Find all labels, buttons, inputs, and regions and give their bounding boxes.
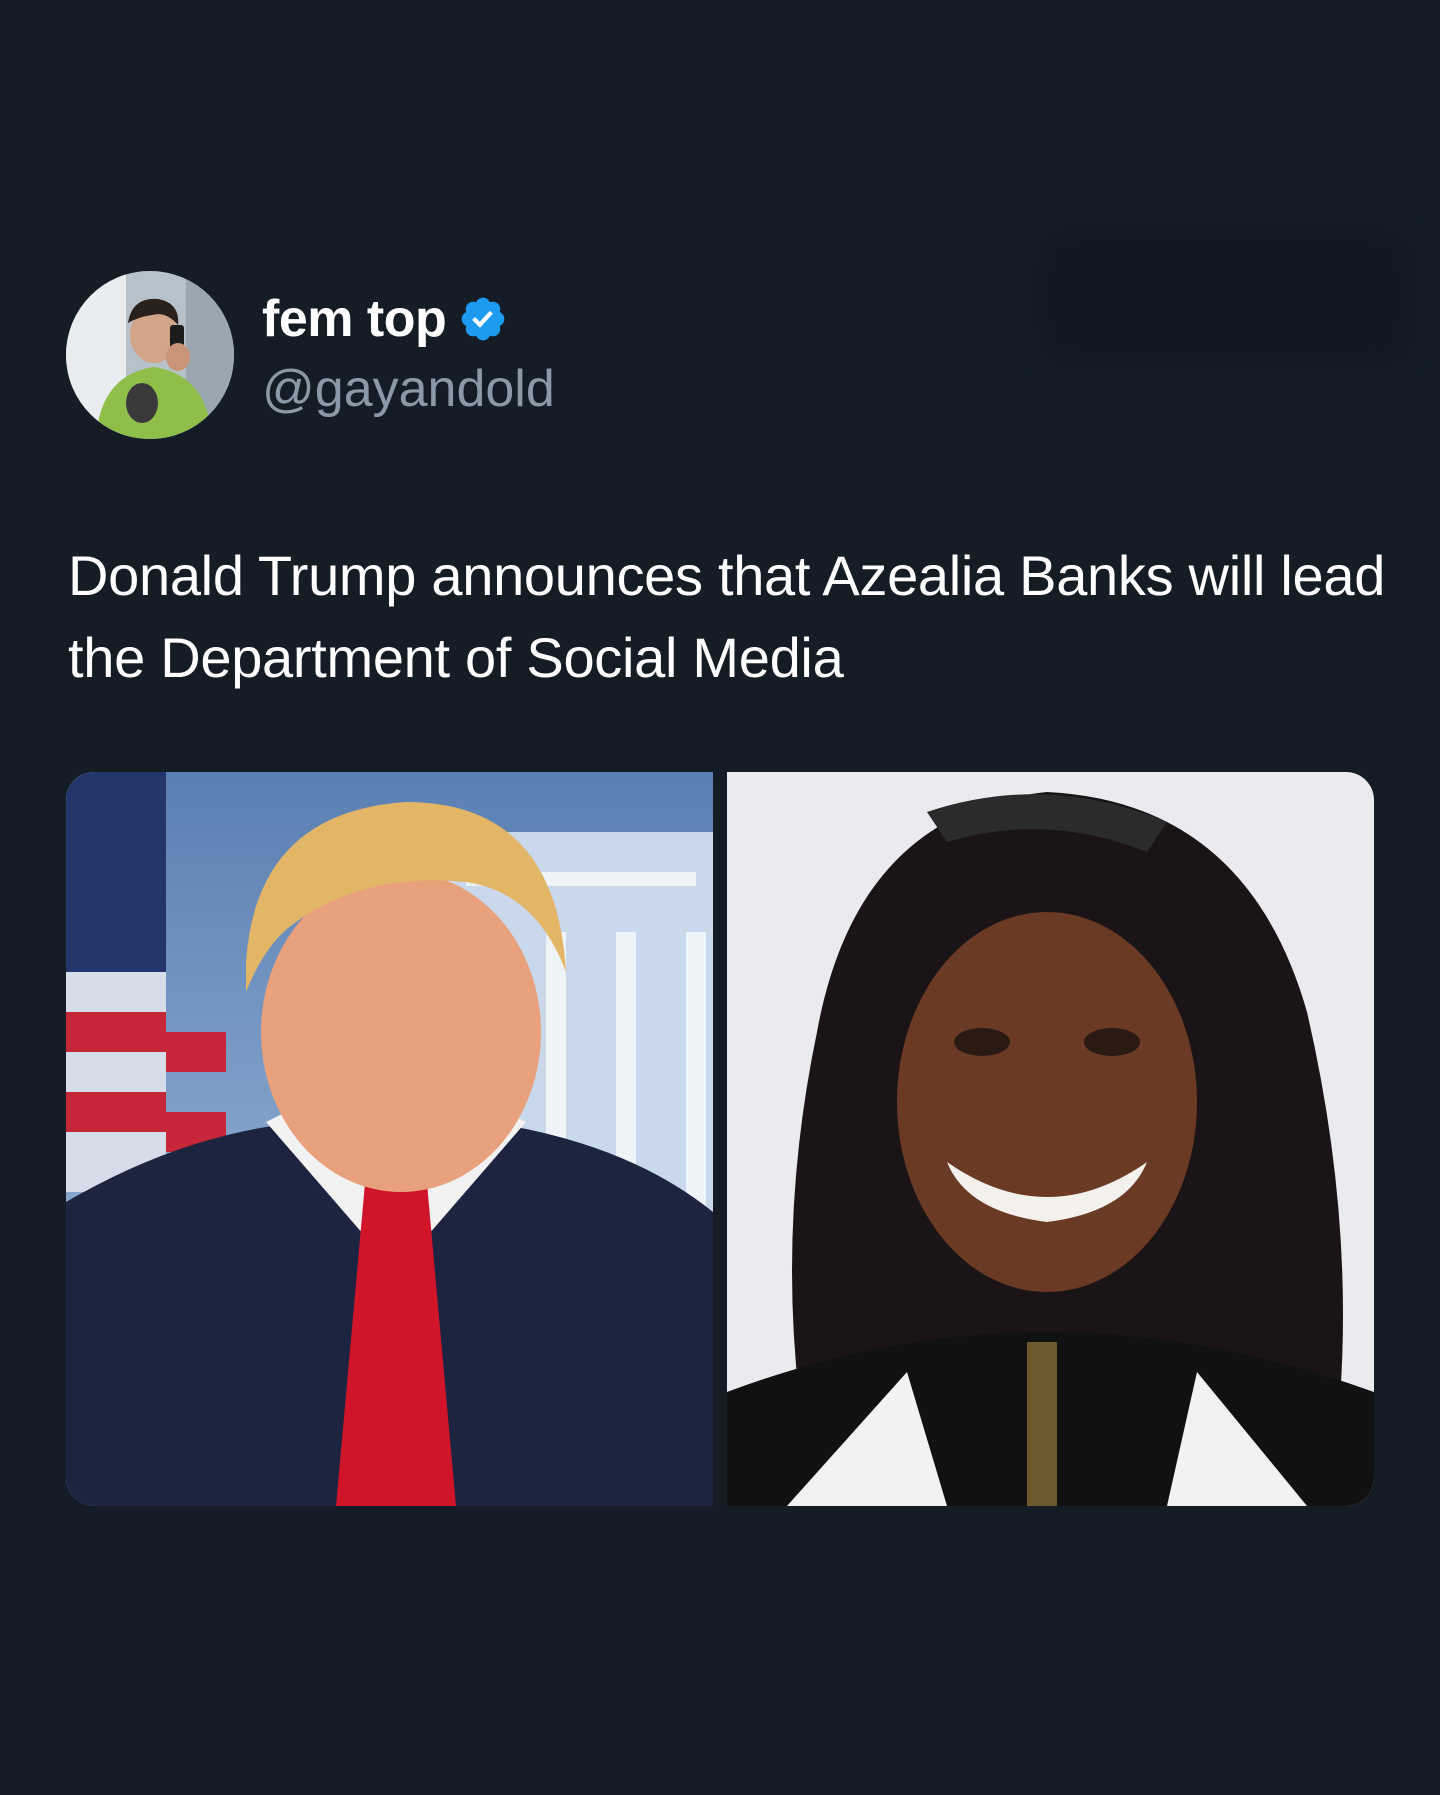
tweet-header: fem top @gayandold bbox=[66, 270, 555, 440]
display-name-row: fem top bbox=[262, 288, 555, 350]
author-handle[interactable]: @gayandold bbox=[262, 356, 555, 422]
avatar[interactable] bbox=[66, 271, 234, 439]
avatar-image bbox=[66, 271, 234, 439]
verified-badge-icon bbox=[458, 294, 508, 344]
author-names: fem top @gayandold bbox=[262, 288, 555, 422]
media-grid bbox=[66, 772, 1374, 1506]
media-photo-azealia-banks[interactable] bbox=[727, 772, 1374, 1506]
media-photo-trump[interactable] bbox=[66, 772, 713, 1506]
blurred-overlay bbox=[1040, 232, 1410, 362]
display-name[interactable]: fem top bbox=[262, 288, 447, 350]
tweet-card: fem top @gayandold Donald Trump announce… bbox=[0, 0, 1440, 1795]
tweet-text: Donald Trump announces that Azealia Bank… bbox=[68, 544, 1386, 689]
